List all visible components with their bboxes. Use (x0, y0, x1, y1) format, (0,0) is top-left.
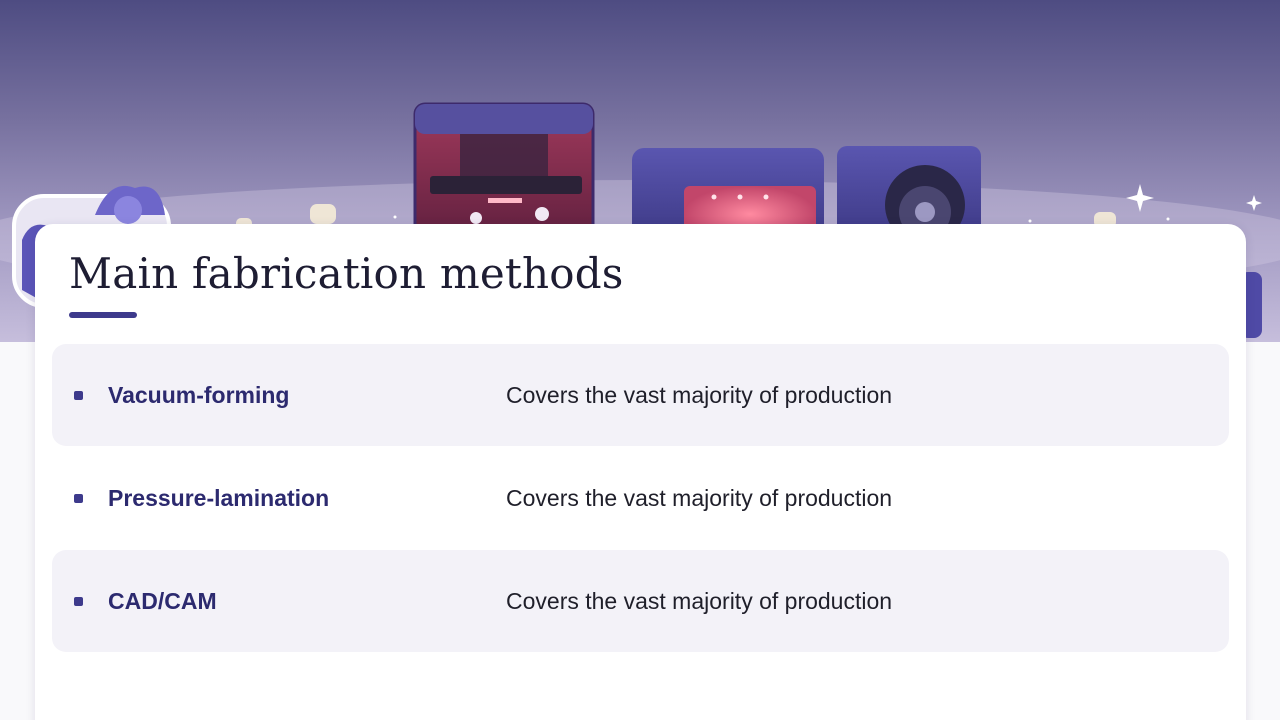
content-card: Main fabrication methods Vacuum-forming … (35, 224, 1246, 720)
bullet-icon (74, 391, 83, 400)
3d-printer (413, 102, 595, 246)
method-description: Covers the vast majority of production (506, 588, 893, 614)
method-description: Covers the vast majority of production (506, 382, 893, 408)
list-item: CAD/CAM Covers the vast majority of prod… (52, 550, 1229, 652)
method-description: Covers the vast majority of production (506, 485, 893, 511)
bullet-icon (74, 494, 83, 503)
bullet-icon (74, 597, 83, 606)
method-name: Pressure-lamination (108, 485, 330, 511)
title-underline (69, 312, 137, 318)
methods-list: Vacuum-forming Covers the vast majority … (52, 344, 1229, 653)
slide-title: Main fabrication methods (69, 249, 624, 298)
list-item: Vacuum-forming Covers the vast majority … (52, 344, 1229, 446)
list-item: Pressure-lamination Covers the vast majo… (52, 447, 1229, 549)
slide: Main fabrication methods Vacuum-forming … (0, 0, 1280, 720)
method-name: Vacuum-forming (108, 382, 290, 408)
method-name: CAD/CAM (108, 588, 217, 614)
